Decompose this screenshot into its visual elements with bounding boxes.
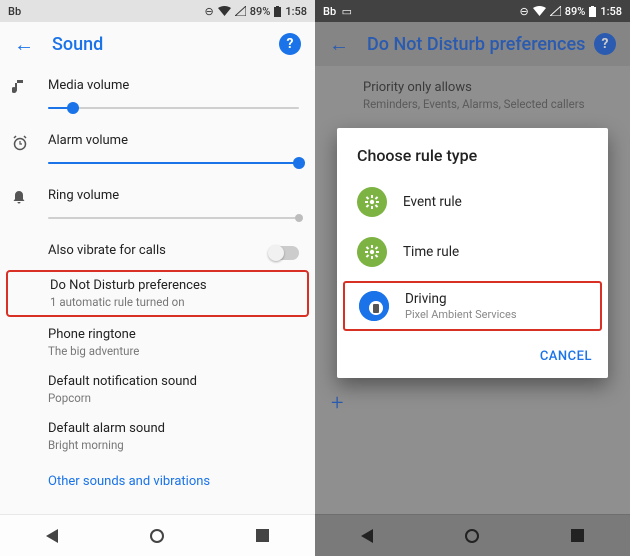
right-screenshot: Bb ▭ ⊖ 89% 1:58 ← Do Not Disturb prefere… bbox=[315, 0, 630, 556]
wifi-icon bbox=[218, 6, 231, 16]
option-label: Event rule bbox=[403, 194, 462, 210]
clock: 1:58 bbox=[285, 5, 307, 18]
signal-icon bbox=[235, 6, 246, 16]
page-title: Do Not Disturb preferences bbox=[367, 34, 594, 55]
option-time-rule[interactable]: Time rule bbox=[337, 227, 608, 277]
item-subtitle: Bright morning bbox=[48, 438, 299, 452]
item-subtitle: 1 automatic rule turned on bbox=[50, 295, 297, 309]
rule-type-dialog: Choose rule type Event rule Time rule bbox=[337, 128, 608, 378]
item-subtitle: The big adventure bbox=[48, 344, 299, 358]
signal-icon bbox=[550, 6, 561, 16]
nav-recent-button[interactable] bbox=[256, 529, 269, 542]
clock: 1:58 bbox=[600, 5, 622, 18]
music-note-icon bbox=[12, 78, 48, 96]
wifi-icon bbox=[533, 6, 546, 16]
media-volume-row[interactable]: Media volume bbox=[0, 70, 315, 125]
slider-label: Alarm volume bbox=[48, 133, 299, 148]
gear-icon bbox=[357, 187, 387, 217]
nav-home-button[interactable] bbox=[465, 529, 479, 543]
nav-back-button[interactable] bbox=[46, 529, 58, 543]
battery-icon bbox=[274, 6, 281, 17]
dimmed-content: Priority only allows Reminders, Events, … bbox=[315, 66, 630, 119]
gear-icon bbox=[357, 237, 387, 267]
ringtone-row[interactable]: Phone ringtone The big adventure bbox=[0, 319, 315, 366]
help-icon[interactable]: ? bbox=[594, 33, 616, 55]
battery-pct: 89% bbox=[250, 5, 271, 18]
settings-list: Media volume Alarm volume bbox=[0, 66, 315, 503]
item-title: Phone ringtone bbox=[48, 327, 299, 342]
option-event-rule[interactable]: Event rule bbox=[337, 177, 608, 227]
item-title: Default notification sound bbox=[48, 374, 299, 389]
alarm-clock-icon bbox=[12, 133, 48, 151]
ring-volume-slider[interactable] bbox=[48, 209, 299, 227]
app-bar: ← Sound ? bbox=[0, 22, 315, 66]
page-title: Sound bbox=[52, 34, 279, 55]
dialog-title: Choose rule type bbox=[337, 146, 608, 177]
back-button[interactable]: ← bbox=[329, 32, 349, 57]
nav-bar bbox=[315, 514, 630, 556]
alarm-volume-slider[interactable] bbox=[48, 154, 299, 172]
priority-row: Priority only allows Reminders, Events, … bbox=[315, 66, 630, 119]
slider-label: Media volume bbox=[48, 78, 299, 93]
ambient-icon bbox=[359, 291, 389, 321]
status-bar: Bb ▭ ⊖ 89% 1:58 bbox=[315, 0, 630, 22]
nav-home-button[interactable] bbox=[150, 529, 164, 543]
cancel-button[interactable]: CANCEL bbox=[540, 349, 592, 364]
status-bar: Bb ⊖ 89% 1:58 bbox=[0, 0, 315, 22]
back-button[interactable]: ← bbox=[14, 32, 34, 57]
bell-icon bbox=[12, 188, 48, 206]
option-label: Time rule bbox=[403, 244, 459, 260]
status-label: Bb bbox=[8, 5, 21, 18]
item-subtitle: Reminders, Events, Alarms, Selected call… bbox=[363, 97, 614, 111]
status-icons: ⊖ 89% 1:58 bbox=[520, 5, 622, 18]
option-label: Driving bbox=[405, 291, 517, 307]
app-bar: ← Do Not Disturb preferences ? bbox=[315, 22, 630, 66]
nav-bar bbox=[0, 514, 315, 556]
alarm-volume-row[interactable]: Alarm volume bbox=[0, 125, 315, 180]
left-screenshot: Bb ⊖ 89% 1:58 ← Sound ? Media volume bbox=[0, 0, 315, 556]
nav-back-button[interactable] bbox=[361, 529, 373, 543]
notification-sound-row[interactable]: Default notification sound Popcorn bbox=[0, 366, 315, 413]
item-title: Do Not Disturb preferences bbox=[50, 278, 297, 293]
dnd-preferences-row[interactable]: Do Not Disturb preferences 1 automatic r… bbox=[6, 270, 309, 317]
item-label: Also vibrate for calls bbox=[48, 243, 269, 258]
option-subtitle: Pixel Ambient Services bbox=[405, 308, 517, 321]
status-icons: ⊖ 89% 1:58 bbox=[205, 5, 307, 18]
vibrate-toggle[interactable] bbox=[269, 246, 299, 260]
option-driving[interactable]: Driving Pixel Ambient Services bbox=[343, 281, 602, 331]
ring-volume-row[interactable]: Ring volume bbox=[0, 180, 315, 235]
other-sounds-link[interactable]: Other sounds and vibrations bbox=[0, 460, 315, 503]
item-title: Priority only allows bbox=[363, 80, 614, 95]
help-icon[interactable]: ? bbox=[279, 33, 301, 55]
dnd-icon: ⊖ bbox=[205, 6, 214, 17]
battery-icon bbox=[589, 6, 596, 17]
item-subtitle: Popcorn bbox=[48, 391, 299, 405]
battery-pct: 89% bbox=[565, 5, 586, 18]
slider-label: Ring volume bbox=[48, 188, 299, 203]
dnd-icon: ⊖ bbox=[520, 6, 529, 17]
item-title: Default alarm sound bbox=[48, 421, 299, 436]
status-label: Bb ▭ bbox=[323, 5, 352, 18]
add-rule-icon: + bbox=[331, 391, 343, 416]
vibrate-row[interactable]: Also vibrate for calls bbox=[0, 235, 315, 268]
media-volume-slider[interactable] bbox=[48, 99, 299, 117]
nav-recent-button[interactable] bbox=[571, 529, 584, 542]
alarm-sound-row[interactable]: Default alarm sound Bright morning bbox=[0, 413, 315, 460]
